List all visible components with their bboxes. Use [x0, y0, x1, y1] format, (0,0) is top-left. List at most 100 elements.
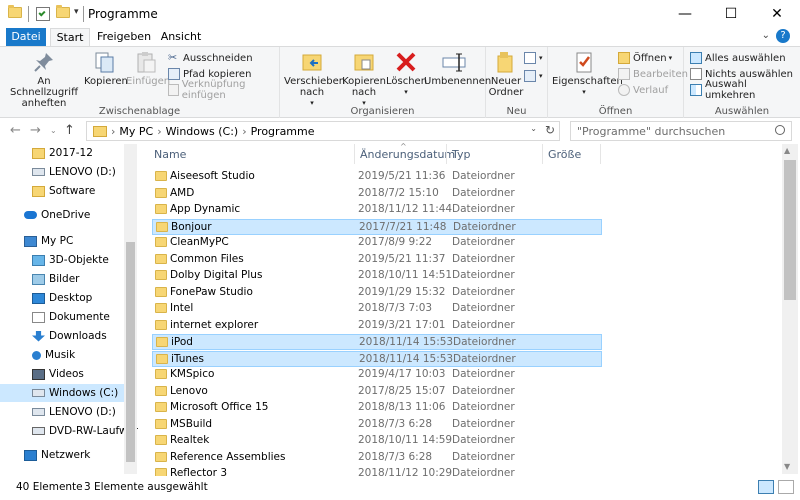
- table-row[interactable]: Intel 2018/7/3 7:03 Dateiordner: [152, 301, 602, 317]
- history-button[interactable]: Verlauf: [618, 83, 668, 97]
- edit-button[interactable]: Bearbeiten: [618, 67, 688, 81]
- nav-item[interactable]: 2017-12: [0, 144, 124, 162]
- new-folder-button[interactable]: Neuer Ordner: [488, 50, 524, 98]
- maximize-button[interactable]: ☐: [708, 0, 754, 28]
- table-row[interactable]: Lenovo 2017/8/25 15:07 Dateiordner: [152, 384, 602, 400]
- back-arrow-icon[interactable]: ←: [10, 123, 21, 138]
- tab-start[interactable]: Start: [50, 28, 90, 47]
- nav-item[interactable]: 3D-Objekte: [0, 251, 124, 269]
- nav-item[interactable]: My PC: [0, 232, 124, 250]
- nav-item[interactable]: LENOVO (D:): [0, 403, 124, 421]
- new-folder-icon[interactable]: [56, 5, 70, 21]
- details-view-button[interactable]: [758, 480, 774, 494]
- table-row[interactable]: MSBuild 2018/7/3 6:28 Dateiordner: [152, 417, 602, 433]
- help-icon[interactable]: ?: [776, 29, 790, 43]
- nav-item[interactable]: DVD-RW-Laufwerk: [0, 422, 138, 440]
- nav-item[interactable]: Downloads: [0, 327, 124, 345]
- paste-button[interactable]: Einfügen: [126, 50, 170, 87]
- table-row[interactable]: Aiseesoft Studio 2019/5/21 11:36 Dateiordn…: [152, 169, 602, 185]
- column-size[interactable]: Größe: [548, 148, 581, 161]
- table-row[interactable]: Dolby Digital Plus 2018/10/11 14:51 Dateio…: [152, 268, 602, 284]
- pin-quick-access-button[interactable]: An Schnellzugriff anheften: [6, 50, 82, 109]
- refresh-icon[interactable]: ↻: [545, 123, 555, 137]
- nav-item[interactable]: Software: [0, 182, 124, 200]
- column-type[interactable]: Typ: [452, 148, 471, 161]
- folder-icon: [155, 204, 167, 214]
- properties-button[interactable]: Eigenschaften ▾: [552, 50, 623, 98]
- column-date[interactable]: Änderungsdatum: [360, 148, 455, 161]
- nav-item[interactable]: Dokumente: [0, 308, 124, 326]
- tab-freigeben[interactable]: Freigeben: [96, 28, 152, 46]
- open-button[interactable]: Öffnen ▾: [618, 51, 672, 65]
- search-input[interactable]: "Programme" durchsuchen: [570, 121, 792, 141]
- column-divider[interactable]: [600, 144, 601, 164]
- column-divider[interactable]: [354, 144, 355, 164]
- copy-to-button[interactable]: Kopieren nach ▾: [340, 50, 388, 109]
- table-row[interactable]: Bonjour 2017/7/21 11:48 Dateiordner: [152, 218, 602, 235]
- easy-access-button[interactable]: ▾: [524, 69, 543, 83]
- rename-button[interactable]: Umbenennen: [424, 50, 491, 87]
- up-arrow-icon[interactable]: ↑: [64, 123, 75, 138]
- nav-item[interactable]: Desktop: [0, 289, 124, 307]
- nav-item[interactable]: OneDrive: [0, 206, 124, 224]
- copy-button[interactable]: Kopieren: [84, 50, 128, 87]
- scroll-down-icon[interactable]: ▼: [784, 462, 790, 471]
- paste-shortcut-button[interactable]: Verknüpfung einfügen: [168, 79, 279, 101]
- table-row[interactable]: Realtek 2018/10/11 14:59 Dateiordner: [152, 433, 602, 449]
- folder-icon: [155, 402, 167, 412]
- chevron-down-icon[interactable]: ⌄: [762, 30, 770, 41]
- close-button[interactable]: ✕: [754, 0, 800, 28]
- move-to-button[interactable]: Verschieben nach ▾: [284, 50, 345, 109]
- address-dropdown-icon[interactable]: ⌄: [530, 124, 537, 133]
- nav-item[interactable]: Videos: [0, 365, 124, 383]
- nav-item[interactable]: LENOVO (D:): [0, 163, 124, 181]
- tab-datei[interactable]: Datei: [6, 28, 46, 46]
- file-name: Intel: [170, 302, 194, 314]
- search-icon: [775, 125, 785, 135]
- scroll-up-icon[interactable]: ▲: [784, 146, 790, 155]
- table-row[interactable]: FonePaw Studio 2019/1/29 15:32 Dateiordner: [152, 285, 602, 301]
- table-row[interactable]: iTunes 2018/11/14 15:53 Dateiordner: [152, 350, 602, 367]
- nav-item[interactable]: Netzwerk: [0, 446, 124, 464]
- folder-icon: [156, 337, 168, 347]
- file-type: Dateiordner: [453, 352, 516, 365]
- select-all-button[interactable]: Alles auswählen: [690, 51, 786, 65]
- table-row[interactable]: Microsoft Office 15 2018/8/13 11:06 Dateio…: [152, 400, 602, 416]
- forward-arrow-icon[interactable]: →: [30, 123, 41, 138]
- minimize-button[interactable]: —: [662, 0, 708, 28]
- column-name[interactable]: Name: [154, 148, 186, 161]
- cut-button[interactable]: ✂ Ausschneiden: [168, 51, 253, 65]
- properties-icon[interactable]: [36, 7, 50, 21]
- address-bar[interactable]: › My PC › Windows (C:) › Programme ⌄ ↻: [86, 121, 560, 141]
- table-row[interactable]: internet explorer 2019/3/21 17:01 Dateiord…: [152, 318, 602, 334]
- delete-button[interactable]: Löschen ▾: [386, 50, 427, 98]
- column-divider[interactable]: [542, 144, 543, 164]
- tab-ansicht[interactable]: Ansicht: [158, 28, 204, 46]
- column-divider[interactable]: [446, 144, 447, 164]
- easy-access-icon: [524, 70, 536, 82]
- breadcrumb-my-pc[interactable]: My PC: [119, 125, 153, 138]
- file-list-scrollbar-thumb[interactable]: [784, 160, 796, 300]
- new-item-button[interactable]: ▾: [524, 51, 543, 65]
- table-row[interactable]: Reference Assemblies 2018/7/3 6:28 Dateior…: [152, 450, 602, 466]
- folder-icon: [93, 125, 107, 137]
- nav-scrollbar-thumb[interactable]: [126, 242, 135, 462]
- table-row[interactable]: App Dynamic 2018/11/12 11:44 Dateiordner: [152, 202, 602, 218]
- file-type: Dateiordner: [452, 252, 515, 265]
- table-row[interactable]: KMSpico 2019/4/17 10:03 Dateiordner: [152, 367, 602, 383]
- recent-dropdown-icon[interactable]: ⌄: [50, 126, 57, 135]
- nav-item[interactable]: Bilder: [0, 270, 124, 288]
- invert-selection-button[interactable]: Auswahl umkehren: [690, 79, 800, 101]
- breadcrumb-programme[interactable]: Programme: [251, 125, 315, 138]
- large-icons-view-button[interactable]: [778, 480, 794, 494]
- folder-icon: [155, 319, 167, 330]
- table-row[interactable]: iPod 2018/11/14 15:53 Dateiordner: [152, 334, 602, 350]
- table-row[interactable]: CleanMyPC 2017/8/9 9:22 Dateiordner: [152, 235, 602, 251]
- breadcrumb-windows-c[interactable]: Windows (C:): [166, 125, 239, 138]
- table-row[interactable]: Common Files 2019/5/21 11:37 Dateiordner: [152, 252, 602, 268]
- nav-item[interactable]: Windows (C:): [0, 384, 124, 402]
- nav-item[interactable]: Musik: [0, 346, 124, 364]
- quick-access-dropdown-icon[interactable]: ▾: [74, 7, 79, 17]
- desktop-icon: [32, 292, 45, 304]
- table-row[interactable]: AMD 2018/7/2 15:10 Dateiordner: [152, 186, 602, 202]
